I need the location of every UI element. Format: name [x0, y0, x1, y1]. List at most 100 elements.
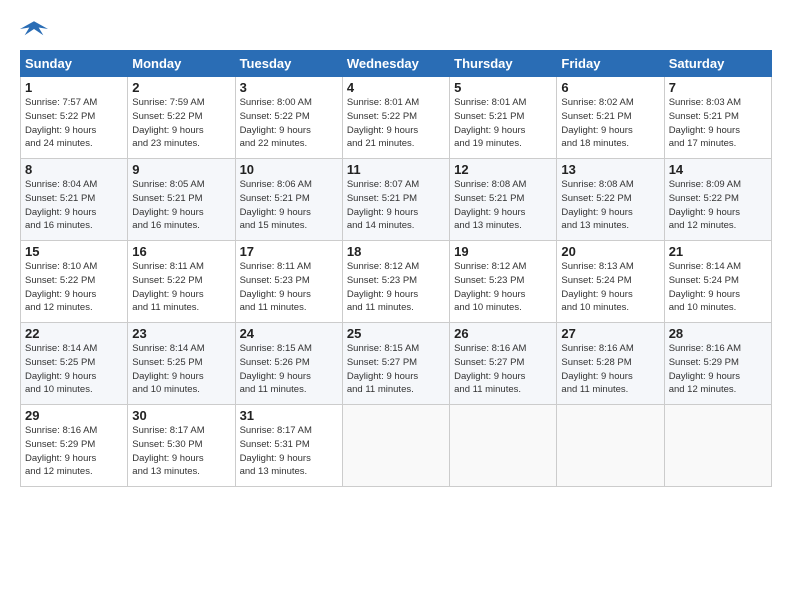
- header-monday: Monday: [128, 51, 235, 77]
- day-number: 8: [25, 162, 123, 177]
- calendar-cell: 23Sunrise: 8:14 AM Sunset: 5:25 PM Dayli…: [128, 323, 235, 405]
- header: [20, 18, 772, 40]
- day-number: 31: [240, 408, 338, 423]
- calendar-cell: 12Sunrise: 8:08 AM Sunset: 5:21 PM Dayli…: [450, 159, 557, 241]
- calendar-cell: [664, 405, 771, 487]
- day-info: Sunrise: 8:03 AM Sunset: 5:21 PM Dayligh…: [669, 96, 767, 151]
- header-thursday: Thursday: [450, 51, 557, 77]
- calendar-cell: 18Sunrise: 8:12 AM Sunset: 5:23 PM Dayli…: [342, 241, 449, 323]
- calendar-cell: 1Sunrise: 7:57 AM Sunset: 5:22 PM Daylig…: [21, 77, 128, 159]
- calendar-cell: 19Sunrise: 8:12 AM Sunset: 5:23 PM Dayli…: [450, 241, 557, 323]
- day-number: 12: [454, 162, 552, 177]
- day-number: 27: [561, 326, 659, 341]
- day-number: 11: [347, 162, 445, 177]
- day-info: Sunrise: 8:16 AM Sunset: 5:29 PM Dayligh…: [25, 424, 123, 479]
- calendar-cell: [342, 405, 449, 487]
- calendar-cell: 7Sunrise: 8:03 AM Sunset: 5:21 PM Daylig…: [664, 77, 771, 159]
- day-number: 7: [669, 80, 767, 95]
- day-info: Sunrise: 8:08 AM Sunset: 5:22 PM Dayligh…: [561, 178, 659, 233]
- day-number: 29: [25, 408, 123, 423]
- day-info: Sunrise: 8:15 AM Sunset: 5:26 PM Dayligh…: [240, 342, 338, 397]
- day-info: Sunrise: 8:17 AM Sunset: 5:30 PM Dayligh…: [132, 424, 230, 479]
- week-row-4: 22Sunrise: 8:14 AM Sunset: 5:25 PM Dayli…: [21, 323, 772, 405]
- calendar-cell: 13Sunrise: 8:08 AM Sunset: 5:22 PM Dayli…: [557, 159, 664, 241]
- calendar-cell: 22Sunrise: 8:14 AM Sunset: 5:25 PM Dayli…: [21, 323, 128, 405]
- week-row-3: 15Sunrise: 8:10 AM Sunset: 5:22 PM Dayli…: [21, 241, 772, 323]
- calendar-cell: [557, 405, 664, 487]
- day-number: 19: [454, 244, 552, 259]
- calendar-table: SundayMondayTuesdayWednesdayThursdayFrid…: [20, 50, 772, 487]
- day-number: 15: [25, 244, 123, 259]
- day-number: 14: [669, 162, 767, 177]
- calendar-cell: 27Sunrise: 8:16 AM Sunset: 5:28 PM Dayli…: [557, 323, 664, 405]
- day-info: Sunrise: 8:08 AM Sunset: 5:21 PM Dayligh…: [454, 178, 552, 233]
- day-number: 2: [132, 80, 230, 95]
- day-info: Sunrise: 8:06 AM Sunset: 5:21 PM Dayligh…: [240, 178, 338, 233]
- day-info: Sunrise: 8:01 AM Sunset: 5:22 PM Dayligh…: [347, 96, 445, 151]
- day-number: 16: [132, 244, 230, 259]
- calendar-header-row: SundayMondayTuesdayWednesdayThursdayFrid…: [21, 51, 772, 77]
- day-info: Sunrise: 8:11 AM Sunset: 5:23 PM Dayligh…: [240, 260, 338, 315]
- calendar-cell: 31Sunrise: 8:17 AM Sunset: 5:31 PM Dayli…: [235, 405, 342, 487]
- day-info: Sunrise: 8:11 AM Sunset: 5:22 PM Dayligh…: [132, 260, 230, 315]
- day-info: Sunrise: 8:14 AM Sunset: 5:25 PM Dayligh…: [25, 342, 123, 397]
- calendar-cell: 9Sunrise: 8:05 AM Sunset: 5:21 PM Daylig…: [128, 159, 235, 241]
- calendar-cell: 14Sunrise: 8:09 AM Sunset: 5:22 PM Dayli…: [664, 159, 771, 241]
- day-number: 30: [132, 408, 230, 423]
- header-tuesday: Tuesday: [235, 51, 342, 77]
- calendar-cell: 30Sunrise: 8:17 AM Sunset: 5:30 PM Dayli…: [128, 405, 235, 487]
- header-wednesday: Wednesday: [342, 51, 449, 77]
- calendar-cell: [450, 405, 557, 487]
- day-info: Sunrise: 8:17 AM Sunset: 5:31 PM Dayligh…: [240, 424, 338, 479]
- calendar-cell: 29Sunrise: 8:16 AM Sunset: 5:29 PM Dayli…: [21, 405, 128, 487]
- day-info: Sunrise: 8:04 AM Sunset: 5:21 PM Dayligh…: [25, 178, 123, 233]
- calendar-cell: 24Sunrise: 8:15 AM Sunset: 5:26 PM Dayli…: [235, 323, 342, 405]
- day-number: 20: [561, 244, 659, 259]
- day-info: Sunrise: 8:05 AM Sunset: 5:21 PM Dayligh…: [132, 178, 230, 233]
- calendar-cell: 10Sunrise: 8:06 AM Sunset: 5:21 PM Dayli…: [235, 159, 342, 241]
- day-info: Sunrise: 8:12 AM Sunset: 5:23 PM Dayligh…: [454, 260, 552, 315]
- day-number: 5: [454, 80, 552, 95]
- day-info: Sunrise: 8:07 AM Sunset: 5:21 PM Dayligh…: [347, 178, 445, 233]
- day-number: 13: [561, 162, 659, 177]
- day-info: Sunrise: 8:09 AM Sunset: 5:22 PM Dayligh…: [669, 178, 767, 233]
- day-number: 6: [561, 80, 659, 95]
- calendar-cell: 16Sunrise: 8:11 AM Sunset: 5:22 PM Dayli…: [128, 241, 235, 323]
- calendar-cell: 17Sunrise: 8:11 AM Sunset: 5:23 PM Dayli…: [235, 241, 342, 323]
- day-number: 22: [25, 326, 123, 341]
- calendar-cell: 5Sunrise: 8:01 AM Sunset: 5:21 PM Daylig…: [450, 77, 557, 159]
- calendar-cell: 3Sunrise: 8:00 AM Sunset: 5:22 PM Daylig…: [235, 77, 342, 159]
- day-number: 10: [240, 162, 338, 177]
- day-number: 1: [25, 80, 123, 95]
- day-number: 28: [669, 326, 767, 341]
- calendar-cell: 25Sunrise: 8:15 AM Sunset: 5:27 PM Dayli…: [342, 323, 449, 405]
- day-info: Sunrise: 8:01 AM Sunset: 5:21 PM Dayligh…: [454, 96, 552, 151]
- day-info: Sunrise: 8:16 AM Sunset: 5:29 PM Dayligh…: [669, 342, 767, 397]
- calendar-cell: 28Sunrise: 8:16 AM Sunset: 5:29 PM Dayli…: [664, 323, 771, 405]
- day-number: 3: [240, 80, 338, 95]
- day-number: 24: [240, 326, 338, 341]
- calendar-cell: 15Sunrise: 8:10 AM Sunset: 5:22 PM Dayli…: [21, 241, 128, 323]
- day-number: 23: [132, 326, 230, 341]
- day-info: Sunrise: 8:14 AM Sunset: 5:25 PM Dayligh…: [132, 342, 230, 397]
- calendar-cell: 20Sunrise: 8:13 AM Sunset: 5:24 PM Dayli…: [557, 241, 664, 323]
- week-row-1: 1Sunrise: 7:57 AM Sunset: 5:22 PM Daylig…: [21, 77, 772, 159]
- calendar-cell: 11Sunrise: 8:07 AM Sunset: 5:21 PM Dayli…: [342, 159, 449, 241]
- day-info: Sunrise: 8:15 AM Sunset: 5:27 PM Dayligh…: [347, 342, 445, 397]
- day-info: Sunrise: 7:59 AM Sunset: 5:22 PM Dayligh…: [132, 96, 230, 151]
- header-friday: Friday: [557, 51, 664, 77]
- day-number: 9: [132, 162, 230, 177]
- week-row-2: 8Sunrise: 8:04 AM Sunset: 5:21 PM Daylig…: [21, 159, 772, 241]
- calendar-cell: 21Sunrise: 8:14 AM Sunset: 5:24 PM Dayli…: [664, 241, 771, 323]
- day-number: 25: [347, 326, 445, 341]
- day-number: 17: [240, 244, 338, 259]
- day-info: Sunrise: 8:10 AM Sunset: 5:22 PM Dayligh…: [25, 260, 123, 315]
- day-info: Sunrise: 8:16 AM Sunset: 5:28 PM Dayligh…: [561, 342, 659, 397]
- day-info: Sunrise: 8:14 AM Sunset: 5:24 PM Dayligh…: [669, 260, 767, 315]
- day-info: Sunrise: 8:02 AM Sunset: 5:21 PM Dayligh…: [561, 96, 659, 151]
- logo: [20, 18, 52, 40]
- day-info: Sunrise: 8:13 AM Sunset: 5:24 PM Dayligh…: [561, 260, 659, 315]
- logo-icon: [20, 18, 48, 40]
- week-row-5: 29Sunrise: 8:16 AM Sunset: 5:29 PM Dayli…: [21, 405, 772, 487]
- header-saturday: Saturday: [664, 51, 771, 77]
